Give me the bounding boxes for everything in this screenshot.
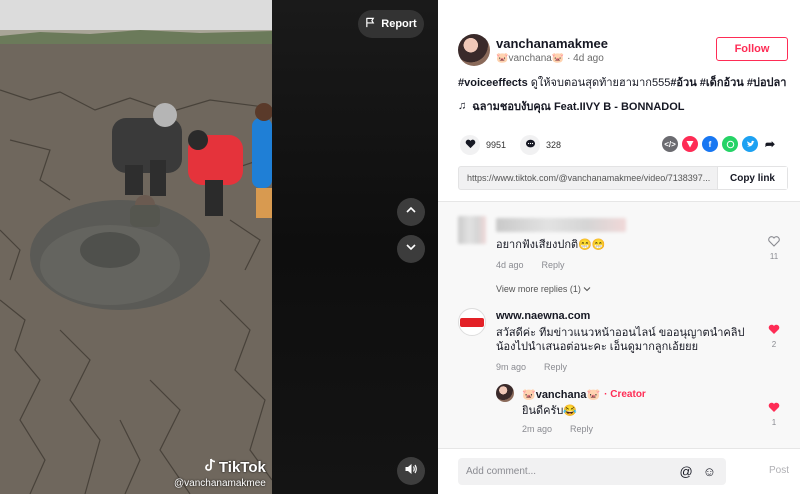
reply-text: ยินดีครับ😂 [522, 405, 578, 417]
post-button[interactable]: Post [769, 465, 789, 476]
heart-outline-icon [766, 236, 782, 249]
speaker-icon [404, 462, 418, 481]
follow-button[interactable]: Follow [716, 37, 788, 61]
creator-badge: · Creator [604, 389, 646, 400]
comment-count: 328 [546, 140, 562, 150]
report-label: Report [381, 18, 417, 30]
comment-composer: Add comment... @ ☺ Post [438, 448, 800, 494]
reply-button[interactable]: Reply [542, 260, 565, 270]
tiktok-watermark: TikTok @vanchanamakmee [174, 458, 266, 490]
twitter-icon[interactable] [742, 136, 758, 152]
author-avatar[interactable] [458, 34, 490, 66]
comment-like-button[interactable]: 11 [766, 236, 782, 261]
flag-icon [365, 17, 376, 31]
video-detail-panel: vanchanamakmee 🐷vanchana🐷 · 4d ago Follo… [438, 0, 800, 494]
caption-text: ดูให้จบตอนสุดท้ายฮามาก555 [530, 77, 671, 89]
comment-time: 9m ago [496, 362, 527, 372]
comment-text: อยากฟังเสียงปกติ😁😁 [496, 239, 606, 251]
comment-like-button[interactable]: 2 [766, 324, 782, 349]
video-frame[interactable] [0, 0, 272, 494]
music-link[interactable]: ♫ ฉลามชอบงับคุณ Feat.IIVY B - BONNADOL [458, 97, 685, 115]
send-to-friends-icon[interactable] [682, 136, 698, 152]
chevron-down-icon [583, 284, 591, 294]
comment-like-count: 2 [771, 340, 777, 349]
commenter-avatar[interactable] [458, 308, 486, 336]
commenter-avatar[interactable] [458, 216, 486, 244]
video-still [0, 0, 272, 494]
copy-link-button[interactable]: Copy link [717, 167, 787, 189]
hashtag-link[interactable]: #บ่อปลา [747, 77, 787, 89]
like-button[interactable] [460, 135, 480, 155]
music-note-icon: ♫ [458, 100, 467, 112]
author-info[interactable]: vanchanamakmee 🐷vanchana🐷 · 4d ago [458, 34, 608, 66]
hashtag-link[interactable]: #เด็กอ้วน [700, 77, 744, 89]
reply-avatar[interactable] [496, 384, 514, 402]
comment-meta: 4d ago Reply [496, 260, 565, 270]
watermark-brand: TikTok [218, 458, 266, 476]
reply-button[interactable]: Reply [570, 424, 593, 434]
emoji-icon[interactable]: ☺ [703, 464, 716, 479]
author-nickname: 🐷vanchana🐷 [496, 53, 565, 64]
previous-video-button[interactable] [397, 198, 425, 226]
commenter-name-redacted [496, 218, 626, 232]
comment-input[interactable]: Add comment... @ ☺ [458, 458, 726, 485]
comment-button[interactable] [520, 135, 541, 155]
hashtag-link[interactable]: #voiceeffects [458, 77, 528, 89]
share-icons: </> f ➦ [662, 136, 778, 152]
hashtag-link[interactable]: #อ้วน [670, 77, 696, 89]
next-video-button[interactable] [397, 235, 425, 263]
author-username[interactable]: vanchanamakmee [496, 36, 608, 51]
post-date: 4d ago [573, 53, 604, 64]
video-caption: #voiceeffects ดูให้จบตอนสุดท้ายฮามาก555#… [458, 76, 788, 90]
comment-text: สวัสดีค่ะ ทีมข่าวแนวหน้าออนไลน์ ขออนุญาต… [496, 327, 745, 353]
commenter-name[interactable]: www.naewna.com [496, 310, 590, 322]
reply-time: 2m ago [522, 424, 553, 434]
comment-bubble-icon [525, 139, 536, 152]
chevron-down-icon [405, 240, 417, 258]
comment-placeholder: Add comment... [466, 466, 537, 477]
sound-toggle-button[interactable] [397, 457, 425, 485]
reply-like-button[interactable]: 1 [766, 402, 782, 427]
reply-button[interactable]: Reply [544, 362, 567, 372]
reply-author-name[interactable]: 🐷vanchana🐷 [522, 388, 600, 401]
comment-meta: 9m ago Reply [496, 362, 567, 372]
heart-filled-icon [766, 402, 782, 415]
share-arrow-icon[interactable]: ➦ [762, 136, 778, 152]
facebook-icon[interactable]: f [702, 136, 718, 152]
view-more-replies-button[interactable]: View more replies (1) [496, 284, 591, 294]
reply-meta: 2m ago Reply [522, 424, 593, 434]
video-link[interactable]: https://www.tiktok.com/@vanchanamakmee/v… [459, 173, 717, 183]
embed-icon[interactable]: </> [662, 136, 678, 152]
comment-like-count: 11 [769, 252, 779, 261]
like-count: 9951 [486, 140, 507, 150]
engagement-stats: 9951 328 [460, 135, 575, 155]
watermark-username: @vanchanamakmee [174, 478, 266, 489]
mention-icon[interactable]: @ [680, 464, 693, 479]
report-button[interactable]: Report [358, 10, 424, 38]
naewna-logo-icon [460, 317, 484, 327]
reply-author: 🐷vanchana🐷 · Creator [522, 388, 646, 401]
author-subline: 🐷vanchana🐷 · 4d ago [496, 53, 604, 64]
whatsapp-icon[interactable] [722, 136, 738, 152]
heart-icon [465, 139, 476, 152]
chevron-up-icon [405, 203, 417, 221]
heart-filled-icon [766, 324, 782, 337]
comment-list[interactable]: อยากฟังเสียงปกติ😁😁 4d ago Reply 11 View … [438, 202, 800, 448]
video-panel[interactable]: Report TikTok @vanchanamakmee [0, 0, 438, 494]
copy-link-box: https://www.tiktok.com/@vanchanamakmee/v… [458, 166, 788, 190]
tiktok-logo-icon [204, 458, 216, 476]
music-title: ฉลามชอบงับคุณ Feat.IIVY B - BONNADOL [472, 101, 685, 113]
reply-like-count: 1 [771, 418, 777, 427]
comment-time: 4d ago [496, 260, 524, 270]
